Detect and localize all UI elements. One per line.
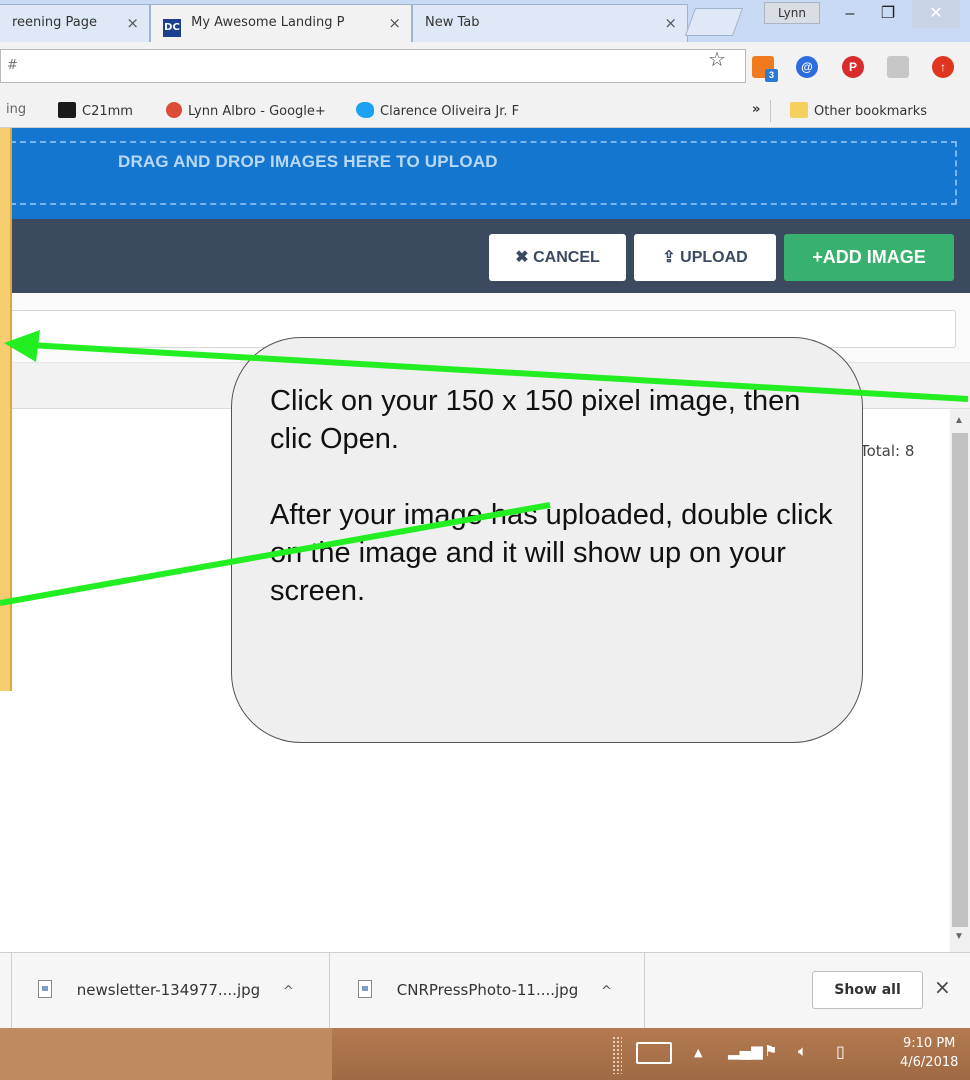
download-filename: CNRPressPhoto-11....jpg [396, 981, 579, 999]
download-menu-chevron-icon[interactable]: ^ [283, 984, 294, 999]
clock-date: 4/6/2018 [900, 1055, 959, 1070]
tab-landing-page[interactable]: DC My Awesome Landing P × [150, 4, 412, 42]
bookmark-label: Other bookmarks [814, 104, 928, 119]
volume-icon[interactable]: 🔈︎ [798, 1042, 807, 1060]
upload-label: UPLOAD [680, 249, 748, 266]
scroll-down-icon[interactable]: ▼ [954, 931, 964, 942]
profile-button[interactable]: Lynn [764, 2, 820, 24]
address-bar[interactable]: # [0, 49, 746, 83]
taskbar-clock[interactable]: 9:10 PM 4/6/2018 [900, 1034, 958, 1072]
dropzone-label: DRAG AND DROP IMAGES HERE TO UPLOAD [118, 152, 498, 171]
close-downloads-icon[interactable]: × [934, 975, 951, 999]
bookmark-star-icon[interactable]: ☆ [708, 47, 726, 72]
tab-close-icon[interactable]: × [664, 14, 677, 32]
bookmarks-overflow-button[interactable]: » [752, 102, 760, 117]
tab-new-tab[interactable]: New Tab × [412, 4, 688, 42]
image-total-count: Total: 8 [860, 442, 915, 460]
bookmark-twitter[interactable]: Clarence Oliveira Jr. F [356, 102, 519, 119]
gallery-scrollbar[interactable]: ▲ ▼ [950, 409, 970, 952]
taskbar-active-app[interactable] [0, 1028, 332, 1080]
at-extension-icon[interactable]: @ [796, 56, 818, 78]
bookmark-other-bookmarks[interactable]: Other bookmarks [790, 102, 927, 119]
tab-close-icon[interactable]: × [126, 14, 139, 32]
instruction-callout: Click on your 150 x 150 pixel image, the… [231, 337, 863, 743]
add-image-button[interactable]: +ADD IMAGE [784, 234, 954, 281]
scrollbar-thumb[interactable] [952, 433, 968, 927]
address-text: # [7, 58, 18, 73]
upload-dropzone[interactable]: DRAG AND DROP IMAGES HERE TO UPLOAD [0, 128, 970, 219]
upload-icon: ⇪ [662, 249, 676, 266]
instruction-paragraph-2: After your image has uploaded, double cl… [270, 499, 833, 607]
twitter-bird-icon [356, 102, 374, 118]
image-file-icon [38, 980, 52, 998]
downloads-bar: newsletter-134977....jpg ^ CNRPressPhoto… [0, 952, 970, 1029]
tab-strip: reening Page × DC My Awesome Landing P ×… [0, 0, 970, 42]
download-item-partial [0, 953, 12, 1029]
tab-title: reening Page [12, 15, 98, 30]
download-filename: newsletter-134977....jpg [76, 981, 261, 999]
upload-extension-icon[interactable]: ↑ [932, 56, 954, 78]
download-item[interactable]: CNRPressPhoto-11....jpg ^ [330, 953, 645, 1029]
windows-taskbar: ▲ ▂▄▆ ⚑ 🔈︎ ▯ 9:10 PM 4/6/2018 [0, 1028, 970, 1080]
add-image-label: ADD IMAGE [822, 247, 926, 267]
bookmark-label: Lynn Albro - Google+ [188, 104, 326, 119]
google-plus-icon [166, 102, 182, 118]
touch-keyboard-icon[interactable] [636, 1042, 672, 1064]
bookmarks-divider [770, 100, 771, 122]
cancel-label: CANCEL [533, 249, 600, 266]
image-file-icon [358, 980, 372, 998]
restore-icon[interactable]: ❐ [868, 0, 908, 28]
plus-icon: + [812, 247, 823, 267]
pdf-extension-icon[interactable] [887, 56, 909, 78]
show-all-button[interactable]: Show all [812, 971, 923, 1009]
new-tab-button[interactable] [684, 8, 744, 36]
scroll-up-icon[interactable]: ▲ [954, 415, 964, 426]
network-signal-icon[interactable]: ▂▄▆ [728, 1042, 763, 1060]
tab-screening-page[interactable]: reening Page × [0, 4, 150, 42]
bookmark-label: C21mm [82, 104, 133, 119]
c21mm-icon [58, 102, 76, 118]
action-center-flag-icon[interactable]: ⚑ [764, 1042, 777, 1060]
clock-time: 9:10 PM [903, 1036, 956, 1051]
tab-title: My Awesome Landing P [191, 15, 345, 30]
tab-close-icon[interactable]: × [388, 14, 401, 32]
cancel-x-icon: ✖ [515, 249, 529, 266]
window-close-icon[interactable]: ✕ [912, 0, 960, 28]
bookmark-google-plus[interactable]: Lynn Albro - Google+ [166, 102, 326, 119]
minimize-icon[interactable]: – [830, 0, 870, 28]
tab-title: New Tab [425, 15, 480, 30]
bookmarks-bar: ing C21mm Lynn Albro - Google+ Clarence … [0, 94, 970, 128]
upload-button[interactable]: ⇪ UPLOAD [634, 234, 776, 281]
cancel-button[interactable]: ✖ CANCEL [489, 234, 626, 281]
pinterest-extension-icon[interactable]: P [842, 56, 864, 78]
taskbar-grip[interactable] [612, 1036, 622, 1074]
hubspot-extension-icon[interactable]: 3 [752, 56, 778, 82]
image-action-bar: ✖ CANCEL ⇪ UPLOAD +ADD IMAGE [0, 219, 970, 293]
folder-icon [790, 102, 808, 118]
dropzone-dashed-border [0, 141, 957, 205]
bookmark-c21mm[interactable]: C21mm [58, 102, 133, 119]
side-panel-edge [0, 128, 12, 691]
battery-icon[interactable]: ▯ [836, 1042, 845, 1061]
hubspot-badge: 3 [765, 69, 778, 82]
show-hidden-icons-icon[interactable]: ▲ [694, 1046, 702, 1059]
download-menu-chevron-icon[interactable]: ^ [601, 984, 612, 999]
bookmark-item[interactable]: ing [6, 102, 26, 117]
download-item[interactable]: newsletter-134977....jpg ^ [12, 953, 330, 1029]
landing-page-favicon-icon: DC [163, 19, 181, 37]
bookmark-label: Clarence Oliveira Jr. F [380, 104, 520, 119]
browser-toolbar: # ☆ 3 @ P ↑ [0, 42, 970, 94]
instruction-paragraph-1: Click on your 150 x 150 pixel image, the… [270, 385, 801, 455]
